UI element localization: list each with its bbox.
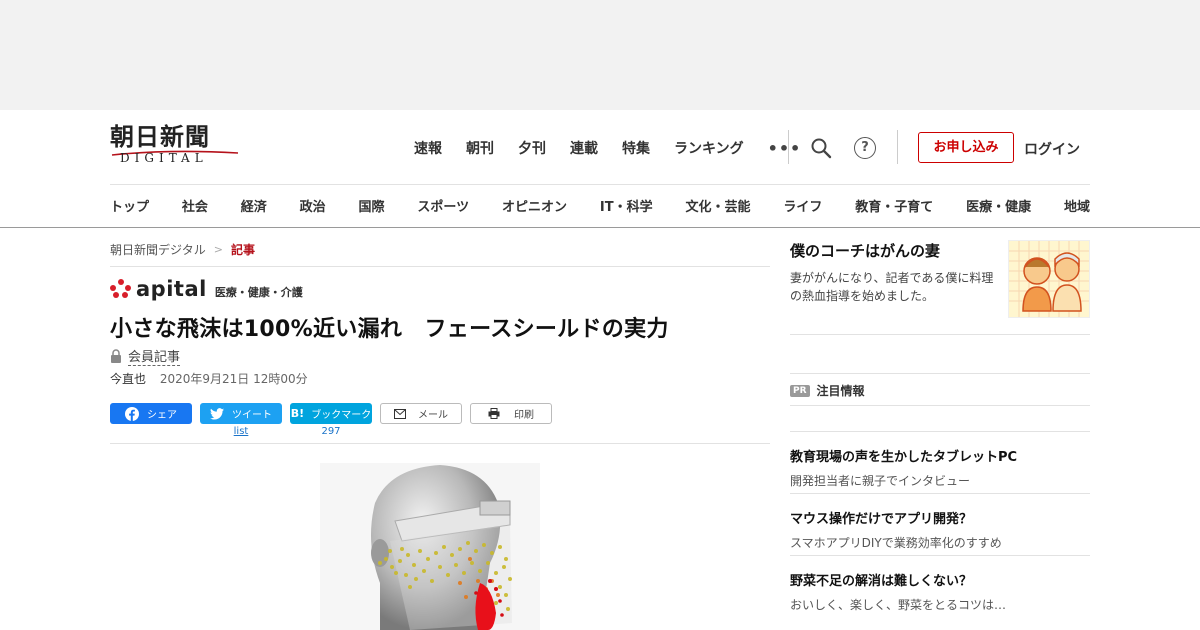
sidebar-feature-thumbnail[interactable]: [1008, 240, 1090, 318]
category-nav: トップ 社会 経済 政治 国際 スポーツ オピニオン IT・科学 文化・芸能 ラ…: [110, 196, 1090, 215]
pr-divider: [790, 555, 1090, 556]
facebook-share-button[interactable]: シェア: [110, 403, 192, 424]
category-sports[interactable]: スポーツ: [417, 196, 469, 215]
category-international[interactable]: 国際: [359, 196, 385, 215]
top-nav-item-special[interactable]: 特集: [622, 138, 650, 158]
member-article-label: 会員記事: [128, 346, 181, 366]
hatena-bookmark-icon: B!: [290, 407, 305, 420]
top-nav-item-morning[interactable]: 朝刊: [466, 138, 494, 158]
lock-icon: [111, 349, 121, 363]
hatena-bookmark-button[interactable]: B! ブックマーク: [290, 403, 372, 424]
share-divider: [110, 443, 770, 444]
twitter-list-link[interactable]: list: [200, 426, 282, 437]
hatena-bookmark-label: ブックマーク: [311, 410, 372, 421]
breadcrumb-home[interactable]: 朝日新聞デジタル: [110, 241, 206, 258]
article-author: 今直也: [110, 372, 147, 386]
apply-button[interactable]: お申し込み: [918, 132, 1014, 163]
search-icon[interactable]: [810, 137, 832, 159]
category-opinion[interactable]: オピニオン: [502, 196, 567, 215]
pr-heading: PR 注目情報: [790, 382, 865, 399]
article-photo[interactable]: [320, 463, 540, 630]
sidebar-feature-desc: 妻ががんになり、記者である僕に料理の熱血指導を始めました。: [790, 271, 994, 303]
more-icon[interactable]: •••: [768, 139, 802, 158]
advertisement-space: [0, 0, 1200, 110]
pr-divider: [790, 431, 1090, 432]
top-nav: 速報 朝刊 夕刊 連載 特集 ランキング •••: [414, 138, 801, 158]
print-label: 印刷: [514, 410, 534, 421]
facebook-share-label: シェア: [147, 410, 177, 421]
article-byline: 今直也 2020年9月21日 12時00分: [110, 370, 308, 387]
login-link[interactable]: ログイン: [1024, 139, 1080, 159]
pr-divider: [790, 493, 1090, 494]
pr-item-title: 野菜不足の解消は難しくない？: [790, 574, 973, 589]
mail-icon: [394, 408, 406, 419]
top-nav-item-sokuho[interactable]: 速報: [414, 138, 442, 158]
category-life[interactable]: ライフ: [783, 196, 822, 215]
twitter-icon: [210, 407, 224, 420]
site-logo[interactable]: 朝日新聞 DIGITAL: [110, 124, 242, 170]
member-article-badge: 会員記事: [110, 346, 181, 366]
category-culture[interactable]: 文化・芸能: [685, 196, 750, 215]
facebook-icon: [125, 406, 139, 421]
breadcrumb: 朝日新聞デジタル > 記事: [110, 241, 255, 258]
illustration-couple-icon: [1009, 241, 1089, 317]
category-society[interactable]: 社会: [182, 196, 208, 215]
pr-badge: PR: [790, 384, 810, 397]
pr-item-title: マウス操作だけでアプリ開発？: [790, 512, 973, 527]
top-nav-item-series[interactable]: 連載: [570, 138, 598, 158]
pr-item-sub: スマホアプリDIYで業務効率化のすすめ: [790, 536, 1002, 550]
category-education[interactable]: 教育・子育て: [855, 196, 933, 215]
category-economy[interactable]: 経済: [241, 196, 267, 215]
section-category: 医療・健康・介護: [214, 286, 303, 299]
header-divider: [897, 130, 898, 164]
printer-icon: [488, 408, 500, 419]
mail-share-label: メール: [418, 410, 448, 421]
breadcrumb-divider: [110, 266, 770, 267]
category-politics[interactable]: 政治: [300, 196, 326, 215]
category-it-science[interactable]: IT・科学: [600, 196, 653, 215]
article-headline: 小さな飛沫は100%近い漏れ フェースシールドの実力: [110, 317, 669, 342]
section-brand[interactable]: apital 医療・健康・介護: [110, 277, 303, 301]
twitter-share-label: ツイート: [232, 410, 272, 421]
help-icon[interactable]: ?: [854, 137, 876, 159]
logo-sub-text: DIGITAL: [120, 151, 208, 165]
category-top[interactable]: トップ: [110, 196, 149, 215]
article-date: 2020年9月21日 12時00分: [159, 372, 308, 386]
pr-item[interactable]: 教育現場の声を生かしたタブレットPC 開発担当者に親子でインタビュー: [790, 446, 1090, 489]
breadcrumb-current: 記事: [230, 243, 255, 257]
hatena-bookmark-count[interactable]: 297: [290, 426, 372, 437]
pr-item-sub: 開発担当者に親子でインタビュー: [790, 474, 971, 488]
breadcrumb-separator: >: [213, 243, 223, 256]
pr-divider: [790, 405, 1090, 406]
apital-brand-text: apital: [136, 277, 207, 301]
site-header: 朝日新聞 DIGITAL 速報 朝刊 夕刊 連載 特集 ランキング ••• ? …: [0, 110, 1200, 228]
top-nav-item-ranking[interactable]: ランキング: [674, 138, 744, 158]
face-shield-simulation-image: [320, 463, 540, 630]
pr-item-sub: おいしく、楽しく、野菜をとるコツは…: [790, 598, 1007, 612]
header-divider: [788, 130, 789, 164]
sidebar-feature[interactable]: 僕のコーチはがんの妻 妻ががんになり、記者である僕に料理の熱血指導を始めました。: [790, 240, 1090, 335]
pr-item[interactable]: マウス操作だけでアプリ開発？ スマホアプリDIYで業務効率化のすすめ: [790, 508, 1090, 551]
print-button[interactable]: 印刷: [470, 403, 552, 424]
pr-heading-label: 注目情報: [816, 384, 865, 398]
top-nav-item-evening[interactable]: 夕刊: [518, 138, 546, 158]
mail-share-button[interactable]: メール: [380, 403, 462, 424]
pr-divider: [790, 373, 1090, 374]
twitter-share-button[interactable]: ツイート: [200, 403, 282, 424]
header-divider-line: [110, 184, 1090, 185]
pr-item[interactable]: 野菜不足の解消は難しくない？ おいしく、楽しく、野菜をとるコツは…: [790, 570, 1090, 613]
pr-item-title: 教育現場の声を生かしたタブレットPC: [790, 450, 1018, 465]
category-health[interactable]: 医療・健康: [966, 196, 1031, 215]
logo-main-text: 朝日新聞: [110, 122, 210, 151]
apital-logo-icon: [110, 279, 132, 299]
category-region[interactable]: 地域: [1064, 196, 1090, 215]
